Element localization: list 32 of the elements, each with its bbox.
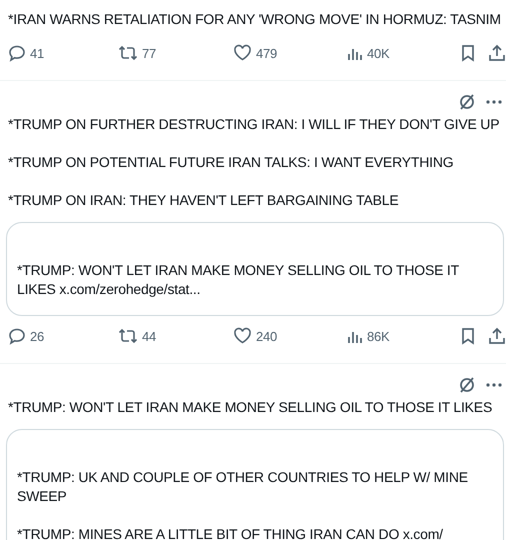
speech-bubble-icon	[8, 44, 26, 62]
repost-icon	[118, 327, 138, 345]
bookmark-icon[interactable]	[460, 327, 476, 345]
quoted-text: *TRUMP: WON'T LET IRAN MAKE MONEY SELLING OIL TO THOSE IT LIKES x.com/zerohedge/stat...	[17, 261, 460, 299]
tweet-text: *TRUMP ON POTENTIAL FUTURE IRAN TALKS: I WANT EVERYTHING	[8, 153, 454, 172]
tweet-text: *TRUMP: WON'T LET IRAN MAKE MONEY SELLING OIL TO THOSE IT LIKES	[8, 398, 494, 417]
share-icon[interactable]	[488, 327, 506, 345]
heart-icon	[233, 327, 252, 345]
like-button[interactable]: 479	[233, 44, 278, 62]
like-button[interactable]: 240	[233, 327, 278, 345]
views-button[interactable]: 40K	[347, 45, 390, 61]
slashed-circle-icon[interactable]	[458, 376, 476, 394]
slashed-circle-icon[interactable]	[458, 93, 476, 111]
repost-button[interactable]: 77	[118, 44, 156, 62]
views-button[interactable]: 86K	[347, 328, 390, 344]
more-icon[interactable]	[486, 100, 502, 104]
reply-button[interactable]: 26	[8, 327, 44, 345]
quoted-text: *TRUMP: MINES ARE A LITTLE BIT OF THING IRAN CAN DO x.com/	[17, 525, 444, 540]
reply-button[interactable]: 41	[8, 44, 44, 62]
tweet-text: *TRUMP ON IRAN: THEY HAVEN'T LEFT BARGAINING TABLE	[8, 191, 400, 210]
quoted-post-card[interactable]: *TRUMP: UK AND COUPLE OF OTHER COUNTRIES TO HELP W/ MINE SWEEP *TRUMP: MINES ARE A LITTLE BIT OF THING IRAN CAN DO x.com/	[6, 429, 504, 540]
tweet-text: *TRUMP ON FURTHER DESTRUCTING IRAN: I WILL IF THEY DON'T GIVE UP	[8, 115, 500, 134]
quoted-text: *TRUMP: UK AND COUPLE OF OTHER COUNTRIES TO HELP W/ MINE SWEEP	[17, 468, 469, 506]
bookmark-icon[interactable]	[460, 44, 476, 62]
quoted-post-card[interactable]: *TRUMP: WON'T LET IRAN MAKE MONEY SELLING OIL TO THOSE IT LIKES x.com/zerohedge/stat...	[6, 222, 504, 316]
more-icon[interactable]	[486, 383, 502, 387]
repost-icon	[118, 44, 138, 62]
heart-icon	[233, 44, 252, 62]
repost-button[interactable]: 44	[118, 327, 156, 345]
tweet-text: *IRAN WARNS RETALIATION FOR ANY 'WRONG MOVE' IN HORMUZ: TASNIM	[8, 10, 502, 29]
share-icon[interactable]	[488, 44, 506, 62]
speech-bubble-icon	[8, 327, 26, 345]
